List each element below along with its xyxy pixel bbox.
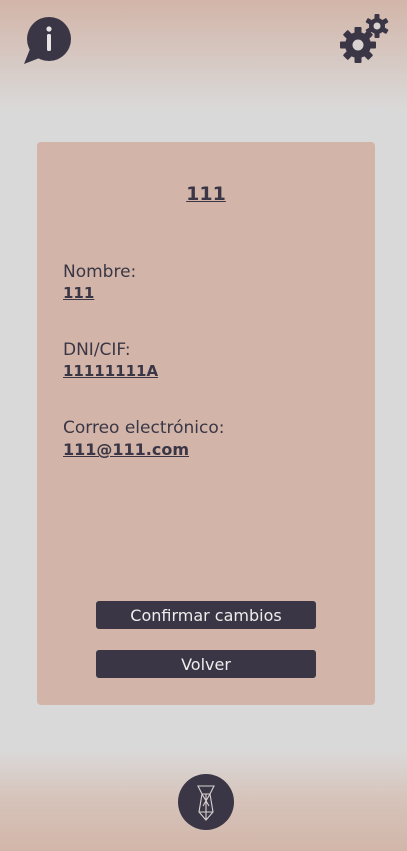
confirm-changes-button[interactable]: Confirmar cambios <box>96 601 316 629</box>
email-field: Correo electrónico: 111@111.com <box>63 418 224 459</box>
name-field: Nombre: 111 <box>63 262 136 302</box>
dni-label: DNI/CIF: <box>63 340 131 360</box>
tie-logo-icon <box>197 785 215 821</box>
dni-field: DNI/CIF: 11111111A <box>63 340 158 380</box>
card-title: 111 <box>186 183 226 205</box>
name-label: Nombre: <box>63 262 137 282</box>
dni-value[interactable]: 11111111A <box>63 362 158 380</box>
name-value[interactable]: 111 <box>63 284 136 302</box>
gears-icon <box>340 14 389 63</box>
info-icon <box>24 17 71 64</box>
home-logo-button[interactable] <box>178 774 234 830</box>
back-button[interactable]: Volver <box>96 650 316 678</box>
profile-card: 111 Nombre: 111 DNI/CIF: 11111111A Corre… <box>37 142 375 705</box>
email-label: Correo electrónico: <box>63 418 225 438</box>
settings-button[interactable] <box>339 13 390 64</box>
info-button[interactable] <box>22 17 73 65</box>
email-value[interactable]: 111@111.com <box>63 440 224 459</box>
